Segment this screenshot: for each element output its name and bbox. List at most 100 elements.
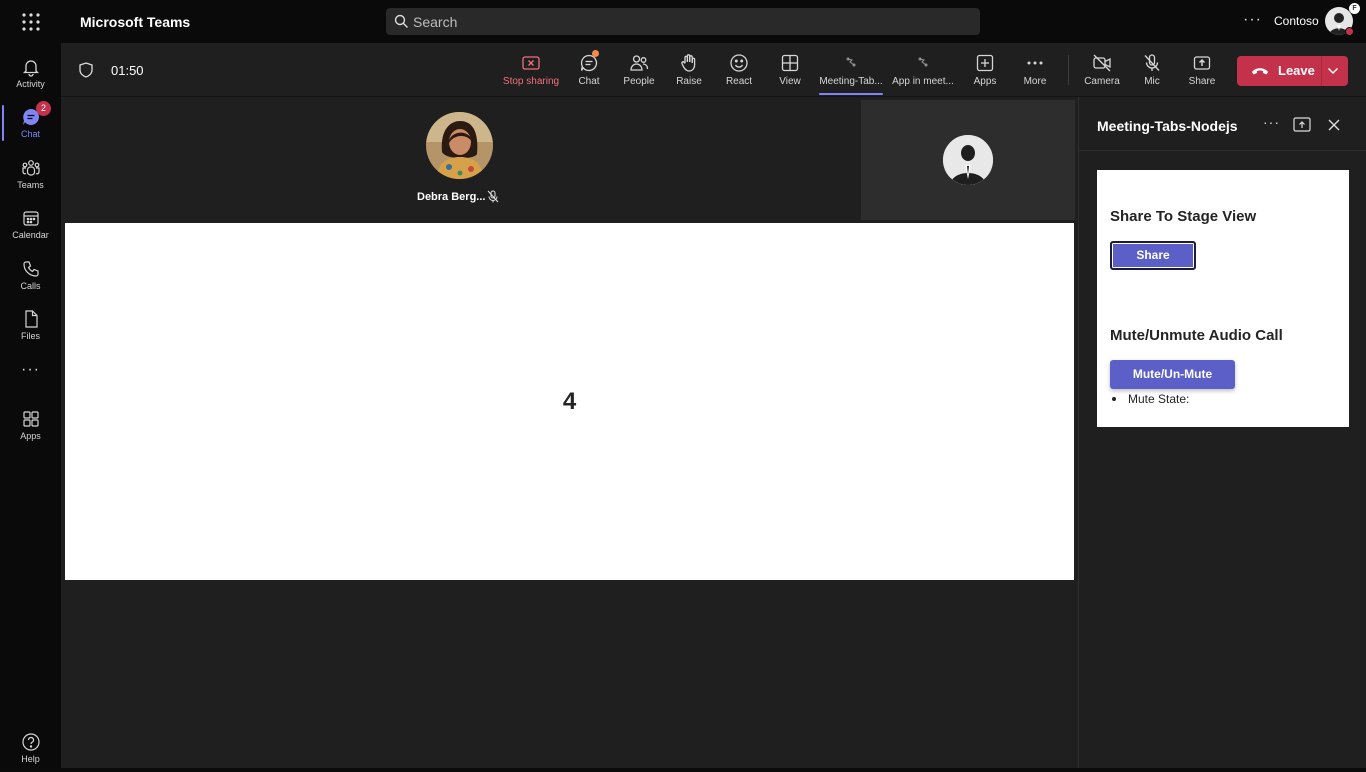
view-button[interactable]: View <box>777 49 803 91</box>
more-icon <box>1025 53 1045 73</box>
rail-item-calls[interactable]: Calls <box>0 251 61 299</box>
rail-item-apps[interactable]: Apps <box>0 401 61 449</box>
self-avatar <box>943 135 993 185</box>
leave-button[interactable]: Leave <box>1237 56 1321 86</box>
phone-icon <box>21 259 41 279</box>
meeting-stage: Debra Berg... 4 <box>61 97 1078 768</box>
meeting-info-shield-icon[interactable] <box>79 62 93 78</box>
panel-header: Meeting-Tabs-Nodejs ··· <box>1079 97 1366 151</box>
panel-more-button[interactable]: ··· <box>1263 114 1280 130</box>
rail-label-chat: Chat <box>20 129 40 139</box>
camera-label: Camera <box>1084 76 1120 87</box>
search-input[interactable]: Search <box>386 8 980 35</box>
rail-label-calendar: Calendar <box>12 230 49 240</box>
meeting-tab-app-button[interactable]: Meeting-Tab... <box>819 49 883 91</box>
react-button[interactable]: React <box>723 49 755 91</box>
calendar-icon <box>21 208 41 228</box>
stop-sharing-icon <box>521 53 541 73</box>
self-video-tile[interactable] <box>861 100 1075 220</box>
share-tray-icon <box>1192 53 1212 73</box>
meeting-tab-label: Meeting-Tab... <box>819 76 883 87</box>
rail-item-files[interactable]: Files <box>0 301 61 349</box>
people-button[interactable]: People <box>619 49 659 91</box>
app-content-card: Share To Stage View Share Mute/Unmute Au… <box>1097 170 1349 427</box>
share-to-stage-button[interactable]: Share <box>1110 241 1196 270</box>
rail-item-teams[interactable]: Teams <box>0 150 61 198</box>
participant-name: Debra Berg... <box>417 191 486 203</box>
help-icon <box>21 732 41 752</box>
chat-button[interactable]: Chat <box>572 49 606 91</box>
camera-button[interactable]: Camera <box>1083 49 1121 91</box>
search-icon <box>394 14 409 29</box>
view-label: View <box>779 76 801 87</box>
plus-icon <box>975 53 995 73</box>
share-stage-heading: Share To Stage View <box>1110 208 1257 225</box>
meeting-timer: 01:50 <box>111 63 144 78</box>
participant-mic-off-icon <box>487 190 499 203</box>
stop-sharing-button[interactable]: Stop sharing <box>501 49 561 91</box>
rail-label-help: Help <box>21 754 40 764</box>
people-label: People <box>623 76 655 87</box>
mute-unmute-button[interactable]: Mute/Un-Mute <box>1110 360 1235 389</box>
mute-state-label: Mute State: <box>1128 392 1190 406</box>
rail-item-calendar[interactable]: Calendar <box>0 200 61 248</box>
settings-more-button[interactable]: ··· <box>1243 11 1262 29</box>
more-actions-button[interactable]: More <box>1021 49 1049 91</box>
smile-icon <box>729 53 749 73</box>
leave-meeting-control: Leave <box>1237 56 1348 86</box>
rail-label-calls: Calls <box>20 281 41 291</box>
apps-button[interactable]: Apps <box>971 49 999 91</box>
shared-counter-value: 4 <box>562 388 577 415</box>
profile-badge: F <box>1349 3 1360 14</box>
apps-label: Apps <box>973 76 997 87</box>
search-placeholder: Search <box>413 14 458 30</box>
chat-unread-badge: 2 <box>36 101 51 116</box>
participant-avatar[interactable] <box>426 112 493 179</box>
rail-item-activity[interactable]: Activity <box>0 49 61 97</box>
active-tab-indicator <box>819 93 883 95</box>
shared-stage-content: 4 <box>65 223 1074 580</box>
chevron-down-icon[interactable] <box>1326 64 1340 78</box>
bell-icon <box>21 57 41 77</box>
camera-off-icon <box>1092 53 1112 73</box>
file-icon <box>21 309 41 329</box>
mic-label: Mic <box>1144 76 1160 87</box>
share-content-button[interactable]: Share <box>1187 49 1217 91</box>
rail-label-apps: Apps <box>20 431 41 441</box>
rail-label-files: Files <box>20 331 40 341</box>
chat-notification-dot <box>592 50 599 57</box>
app-in-meeting-button[interactable]: App in meet... <box>891 49 955 91</box>
leave-label: Leave <box>1278 63 1315 78</box>
app-icon <box>841 53 861 73</box>
app-title: Microsoft Teams <box>80 14 191 30</box>
title-bar: Microsoft Teams Search ··· Contoso F <box>0 0 1366 43</box>
hang-up-icon <box>1251 66 1269 76</box>
app-icon <box>913 53 933 73</box>
meeting-toolbar: 01:50 Stop sharing Chat People Raise Rea… <box>61 43 1366 97</box>
view-grid-icon <box>780 53 800 73</box>
more-label: More <box>1023 76 1047 87</box>
mute-state-list-item: Mute State: <box>1110 392 1189 406</box>
teams-icon <box>21 158 41 178</box>
rail-more-button[interactable]: ··· <box>0 361 61 379</box>
presence-status-icon <box>1345 27 1354 36</box>
close-icon[interactable] <box>1327 118 1341 132</box>
popout-icon[interactable] <box>1293 117 1311 132</box>
apps-icon <box>21 409 41 429</box>
app-in-meeting-label: App in meet... <box>892 76 954 87</box>
mic-button[interactable]: Mic <box>1141 49 1163 91</box>
app-side-panel: Meeting-Tabs-Nodejs ··· Share To Stage V… <box>1078 97 1366 768</box>
rail-item-help[interactable]: Help <box>0 724 61 772</box>
raise-label: Raise <box>676 76 702 87</box>
org-name[interactable]: Contoso <box>1274 14 1319 28</box>
share-label: Share <box>1188 76 1216 87</box>
people-icon <box>629 53 649 73</box>
react-label: React <box>725 76 753 87</box>
chat-label: Chat <box>578 76 600 87</box>
app-launcher-icon[interactable] <box>21 12 41 32</box>
stop-sharing-label: Stop sharing <box>502 76 560 87</box>
rail-item-chat[interactable]: Chat 2 <box>0 99 61 147</box>
leave-divider <box>1321 56 1322 86</box>
panel-title: Meeting-Tabs-Nodejs <box>1097 118 1238 134</box>
raise-hand-button[interactable]: Raise <box>673 49 705 91</box>
